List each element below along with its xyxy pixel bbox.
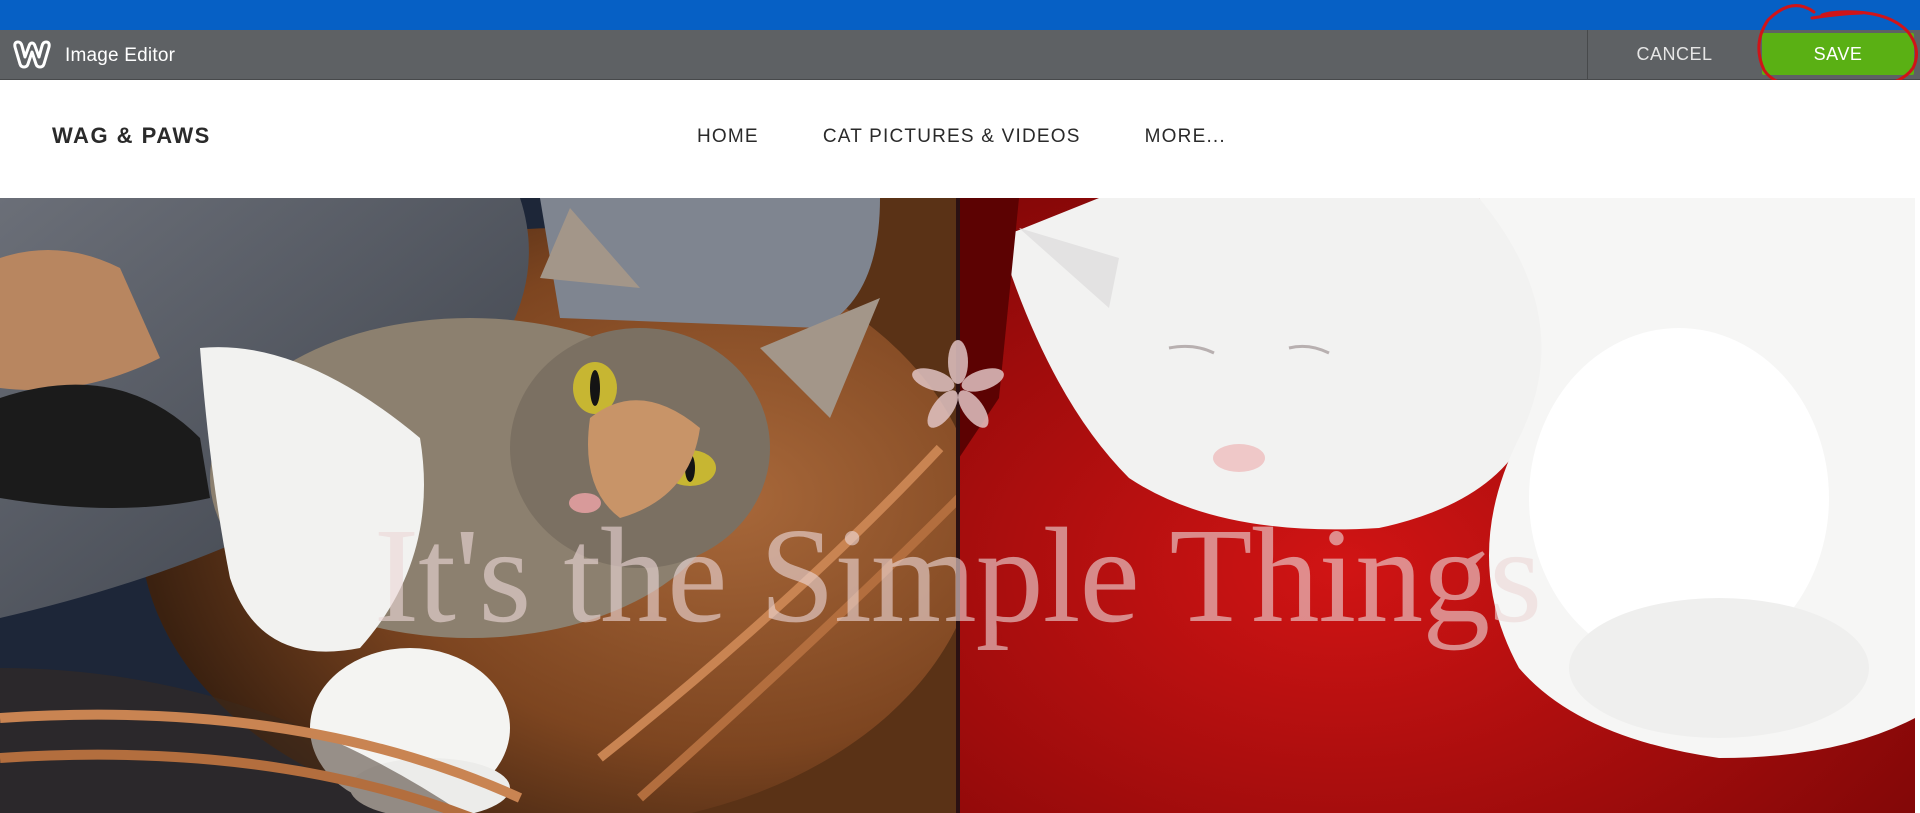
nav-item-more[interactable]: MORE... [1145, 126, 1226, 148]
asterisk-flower-icon [912, 340, 1004, 428]
save-button[interactable]: SAVE [1762, 33, 1914, 75]
hero-banner[interactable]: It's the Simple Things [0, 198, 1915, 813]
site-navigation: HOME CAT PICTURES & VIDEOS MORE... [697, 126, 1226, 148]
site-header: WAG & PAWS HOME CAT PICTURES & VIDEOS MO… [0, 80, 1915, 198]
cancel-button[interactable]: CANCEL [1587, 30, 1761, 79]
nav-item-cat-pictures-videos[interactable]: CAT PICTURES & VIDEOS [823, 126, 1081, 148]
weebly-w-icon [13, 40, 51, 69]
site-title[interactable]: WAG & PAWS [52, 123, 211, 149]
hero-headline: It's the Simple Things [373, 501, 1542, 651]
page-right-edge [1915, 80, 1920, 813]
editor-title: Image Editor [65, 45, 176, 66]
top-browser-strip [0, 0, 1920, 30]
image-editor-toolbar: Image Editor CANCEL SAVE [0, 30, 1920, 80]
nav-item-home[interactable]: HOME [697, 126, 759, 148]
